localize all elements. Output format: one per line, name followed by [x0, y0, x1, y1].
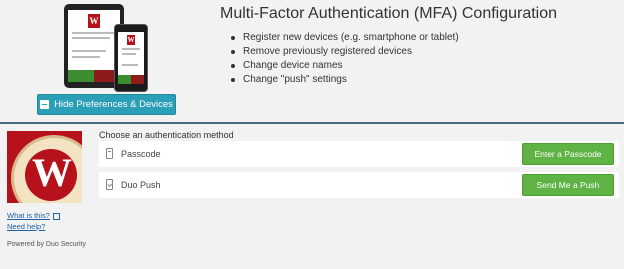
- duo-prompt: W What is this? Need help? Powered by Du…: [0, 124, 624, 269]
- feature-list: Register new devices (e.g. smartphone or…: [229, 31, 459, 87]
- method-row-duo-push: Duo Push Send Me a Push: [99, 172, 619, 198]
- logo-letter: W: [32, 150, 72, 195]
- auth-method-prompt: Choose an authentication method: [99, 130, 234, 140]
- method-label: Duo Push: [121, 180, 161, 190]
- push-phone-icon: [106, 179, 113, 190]
- device-illustration: W W: [64, 4, 160, 92]
- send-push-button[interactable]: Send Me a Push: [522, 174, 614, 196]
- whats-this-label: What is this?: [7, 211, 50, 220]
- feature-item: Change "push" settings: [229, 73, 459, 87]
- minus-icon: [40, 100, 50, 109]
- hide-preferences-label: Hide Preferences & Devices: [54, 99, 173, 110]
- feature-item: Register new devices (e.g. smartphone or…: [229, 31, 459, 45]
- external-link-icon: [52, 212, 60, 220]
- method-label: Passcode: [121, 149, 161, 159]
- passcode-icon: [106, 148, 113, 159]
- university-logo: W: [7, 131, 82, 203]
- hide-preferences-button[interactable]: Hide Preferences & Devices: [37, 94, 176, 115]
- mfa-header-section: W W Multi-Factor Authentication (MFA) Co…: [0, 0, 624, 123]
- method-row-passcode: Passcode Enter a Passcode: [99, 141, 619, 167]
- need-help-link[interactable]: Need help?: [7, 221, 60, 232]
- powered-by: Powered by Duo Security: [7, 241, 86, 248]
- page-title: Multi-Factor Authentication (MFA) Config…: [220, 5, 558, 22]
- help-links: What is this? Need help?: [7, 210, 60, 232]
- whats-this-link[interactable]: What is this?: [7, 210, 60, 221]
- phone-image: W: [114, 24, 148, 92]
- enter-passcode-button[interactable]: Enter a Passcode: [522, 143, 614, 165]
- feature-item: Change device names: [229, 59, 459, 73]
- feature-item: Remove previously registered devices: [229, 45, 459, 59]
